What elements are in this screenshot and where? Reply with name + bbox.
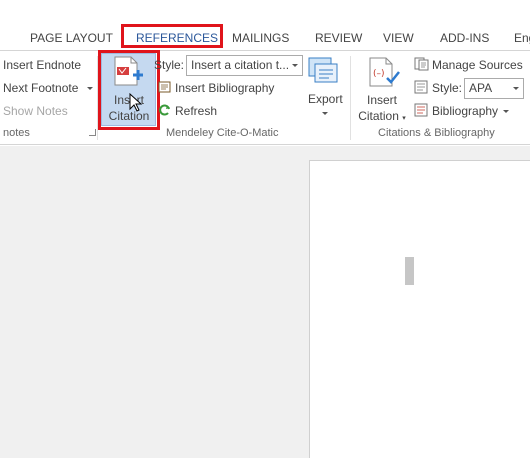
mendeley-style-value: Insert a citation t... bbox=[191, 58, 290, 72]
export-button[interactable]: Export bbox=[308, 92, 343, 106]
refresh-icon bbox=[159, 104, 170, 116]
next-footnote-button[interactable]: Next Footnote bbox=[3, 81, 78, 95]
next-footnote-dropdown-caret[interactable] bbox=[87, 87, 93, 90]
tab-mailings[interactable]: MAILINGS bbox=[232, 31, 289, 45]
insert-endnote-button[interactable]: Insert Endnote bbox=[3, 58, 81, 72]
style-icon bbox=[414, 80, 428, 94]
chevron-down-icon bbox=[292, 64, 298, 67]
refresh-button[interactable]: Refresh bbox=[175, 104, 217, 118]
bibliography-dropdown-caret[interactable] bbox=[503, 110, 509, 113]
mendeley-style-select[interactable]: Insert a citation t... bbox=[186, 55, 303, 76]
manage-sources-button[interactable]: Manage Sources bbox=[432, 58, 523, 72]
footnotes-group-label: notes bbox=[3, 127, 30, 139]
tab-review[interactable]: REVIEW bbox=[315, 31, 362, 45]
bibliography-button[interactable]: Bibliography bbox=[432, 104, 498, 118]
references-tab-highlight bbox=[121, 24, 223, 48]
show-notes-button[interactable]: Show Notes bbox=[3, 104, 68, 118]
bibliography-book-icon bbox=[158, 81, 171, 93]
insert-citation-line2-wrap: Citation ▾ bbox=[354, 108, 410, 127]
citation-style-label: Style: bbox=[432, 81, 463, 95]
dialog-launcher-icon[interactable] bbox=[89, 129, 96, 136]
svg-text:(–): (–) bbox=[373, 69, 385, 79]
insert-citation-highlight bbox=[98, 50, 160, 130]
ribbon-tab-bar: PAGE LAYOUT REFERENCES MAILINGS REVIEW V… bbox=[0, 0, 530, 50]
tab-page-layout[interactable]: PAGE LAYOUT bbox=[30, 31, 113, 45]
chevron-down-icon: ▾ bbox=[402, 115, 406, 122]
text-insertion-marker bbox=[405, 257, 414, 285]
tab-english[interactable]: Eng bbox=[514, 31, 530, 45]
insert-citation-button[interactable]: Insert Citation ▾ bbox=[354, 92, 410, 127]
document-page[interactable] bbox=[309, 160, 530, 458]
insert-citation-line2: Citation bbox=[358, 109, 399, 123]
bibliography-icon bbox=[414, 103, 428, 117]
insert-citation-icon: (–) bbox=[369, 57, 400, 87]
mendeley-style-label: Style: bbox=[154, 58, 185, 72]
citations-group-label: Citations & Bibliography bbox=[378, 127, 495, 139]
insert-citation-line1: Insert bbox=[366, 93, 397, 107]
manage-sources-icon bbox=[414, 57, 429, 71]
tab-view[interactable]: VIEW bbox=[383, 31, 414, 45]
chevron-down-icon bbox=[513, 87, 519, 90]
group-separator bbox=[350, 56, 351, 140]
export-icon bbox=[308, 57, 338, 83]
mendeley-group-label: Mendeley Cite-O-Matic bbox=[166, 127, 279, 139]
citation-style-select[interactable]: APA bbox=[464, 78, 524, 99]
citation-style-value: APA bbox=[469, 81, 493, 95]
tab-add-ins[interactable]: ADD-INS bbox=[440, 31, 489, 45]
insert-bibliography-button[interactable]: Insert Bibliography bbox=[175, 81, 274, 95]
export-dropdown-caret[interactable] bbox=[322, 112, 328, 115]
